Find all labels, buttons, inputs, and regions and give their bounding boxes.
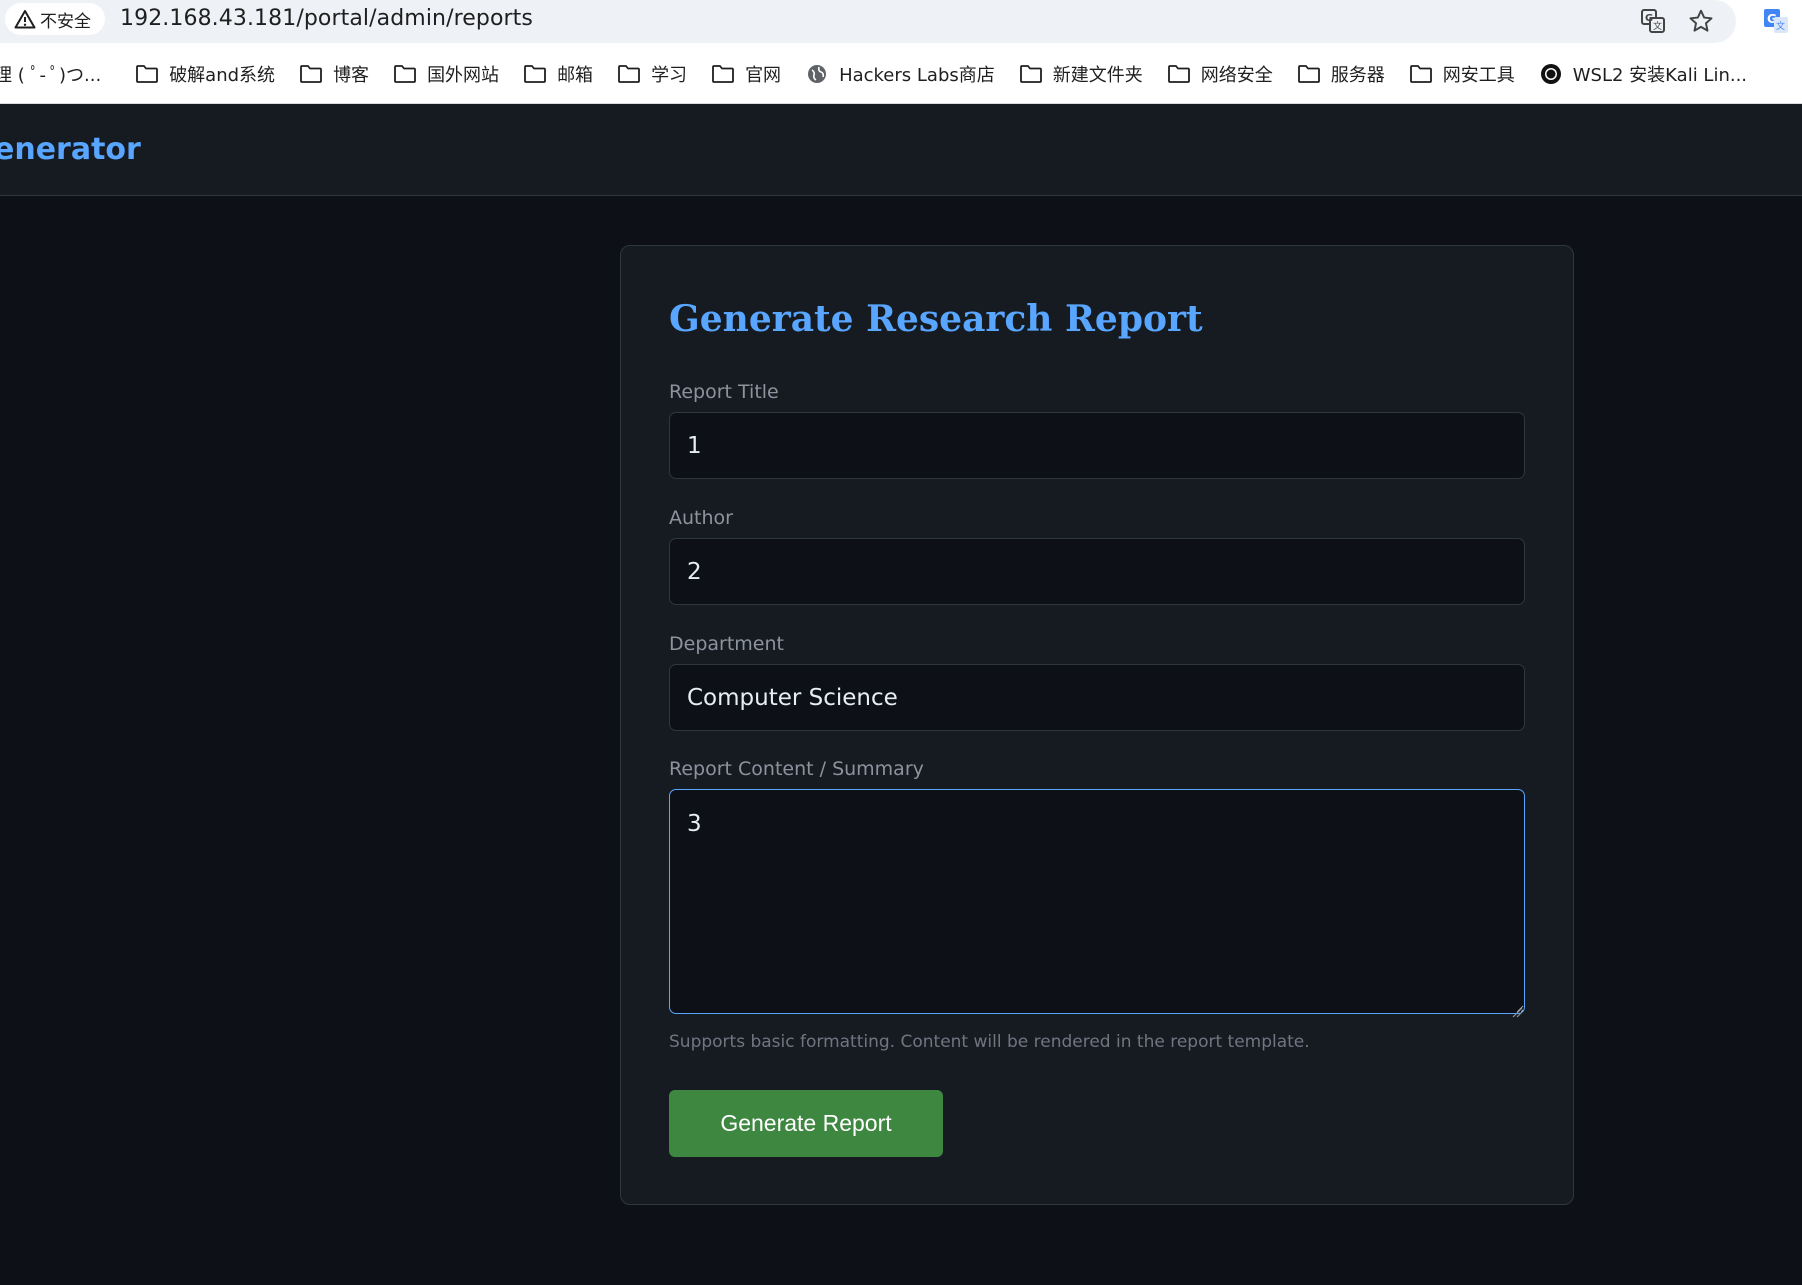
resize-handle-icon[interactable] (1511, 1003, 1523, 1018)
folder-icon (1167, 63, 1191, 85)
folder-icon (1019, 63, 1043, 85)
bookmarks-bar: 理 ( ﾟ- ﾟ)つ... 破解and系统 博客 国外网站 邮箱 学习 官网 Hackers … (0, 57, 1802, 91)
star-icon[interactable] (1685, 5, 1717, 37)
app-brand[interactable]: enerator (0, 132, 141, 167)
report-title-input[interactable] (669, 412, 1525, 479)
bookmark-item[interactable]: 服务器 (1297, 57, 1385, 91)
globe-icon (805, 63, 829, 85)
google-translate-extension-icon[interactable]: G 文 (1760, 5, 1792, 37)
folder-icon (711, 63, 735, 85)
bookmark-item[interactable]: Hackers Labs商店 (805, 57, 995, 91)
bookmark-label: 国外网站 (427, 65, 500, 86)
svg-text:G: G (1645, 13, 1653, 24)
generate-report-button[interactable]: Generate Report (669, 1090, 943, 1157)
browser-chrome: 不安全 192.168.43.181/portal/admin/reports … (0, 0, 1802, 104)
report-form-card: Generate Research Report Report Title Au… (620, 245, 1574, 1205)
bookmark-item[interactable]: 网络安全 (1167, 57, 1273, 91)
folder-icon (1297, 63, 1321, 85)
folder-icon (617, 63, 641, 85)
report-content-label: Report Content / Summary (669, 758, 924, 780)
bookmark-label: 网安工具 (1442, 65, 1515, 86)
svg-text:文: 文 (1653, 20, 1662, 32)
svg-text:文: 文 (1776, 20, 1785, 32)
bookmark-item[interactable]: 网安工具 (1409, 57, 1515, 91)
url-text[interactable]: 192.168.43.181/portal/admin/reports (120, 6, 533, 31)
warning-icon (14, 9, 36, 29)
translate-icon[interactable]: G 文 (1637, 5, 1669, 37)
page-title: Generate Research Report (669, 298, 1203, 340)
bookmark-label: 新建文件夹 (1052, 65, 1143, 86)
bookmark-item[interactable]: 国外网站 (393, 57, 499, 91)
bookmark-label: 官网 (745, 65, 782, 86)
bookmark-item[interactable]: WSL2 安装Kali Lin... (1539, 57, 1747, 91)
department-label: Department (669, 633, 784, 655)
security-label: 不安全 (40, 11, 91, 32)
bookmark-label: Hackers Labs商店 (839, 65, 995, 86)
report-content-textarea[interactable]: 3 (669, 789, 1525, 1014)
content-hint: Supports basic formatting. Content will … (669, 1032, 1310, 1052)
bookmark-label: 服务器 (1330, 65, 1385, 86)
address-bar[interactable]: 不安全 192.168.43.181/portal/admin/reports … (0, 0, 1736, 43)
github-icon (1539, 63, 1563, 85)
bookmark-label: WSL2 安装Kali Lin... (1572, 65, 1748, 86)
bookmark-item[interactable]: 官网 (711, 57, 781, 91)
bookmark-item[interactable]: 邮箱 (523, 57, 593, 91)
bookmark-label: 网络安全 (1200, 65, 1273, 86)
bookmark-item[interactable]: 博客 (299, 57, 369, 91)
app-header: enerator (0, 104, 1802, 196)
bookmark-item[interactable]: 理 ( ﾟ- ﾟ)つ... (0, 57, 101, 91)
report-title-label: Report Title (669, 381, 779, 403)
department-input[interactable] (669, 664, 1525, 731)
bookmark-label: 理 ( ﾟ- ﾟ)つ... (0, 65, 102, 86)
author-input[interactable] (669, 538, 1525, 605)
bookmark-item[interactable]: 新建文件夹 (1019, 57, 1143, 91)
folder-icon (135, 63, 159, 85)
bookmark-label: 邮箱 (557, 65, 594, 86)
bookmark-label: 破解and系统 (169, 65, 276, 86)
bookmark-label: 学习 (651, 65, 688, 86)
author-label: Author (669, 507, 733, 529)
folder-icon (1409, 63, 1433, 85)
bookmark-item[interactable]: 破解and系统 (135, 57, 275, 91)
security-indicator[interactable]: 不安全 (5, 3, 105, 35)
folder-icon (393, 63, 417, 85)
folder-icon (299, 63, 323, 85)
folder-icon (523, 63, 547, 85)
bookmark-label: 博客 (333, 65, 370, 86)
bookmark-item[interactable]: 学习 (617, 57, 687, 91)
